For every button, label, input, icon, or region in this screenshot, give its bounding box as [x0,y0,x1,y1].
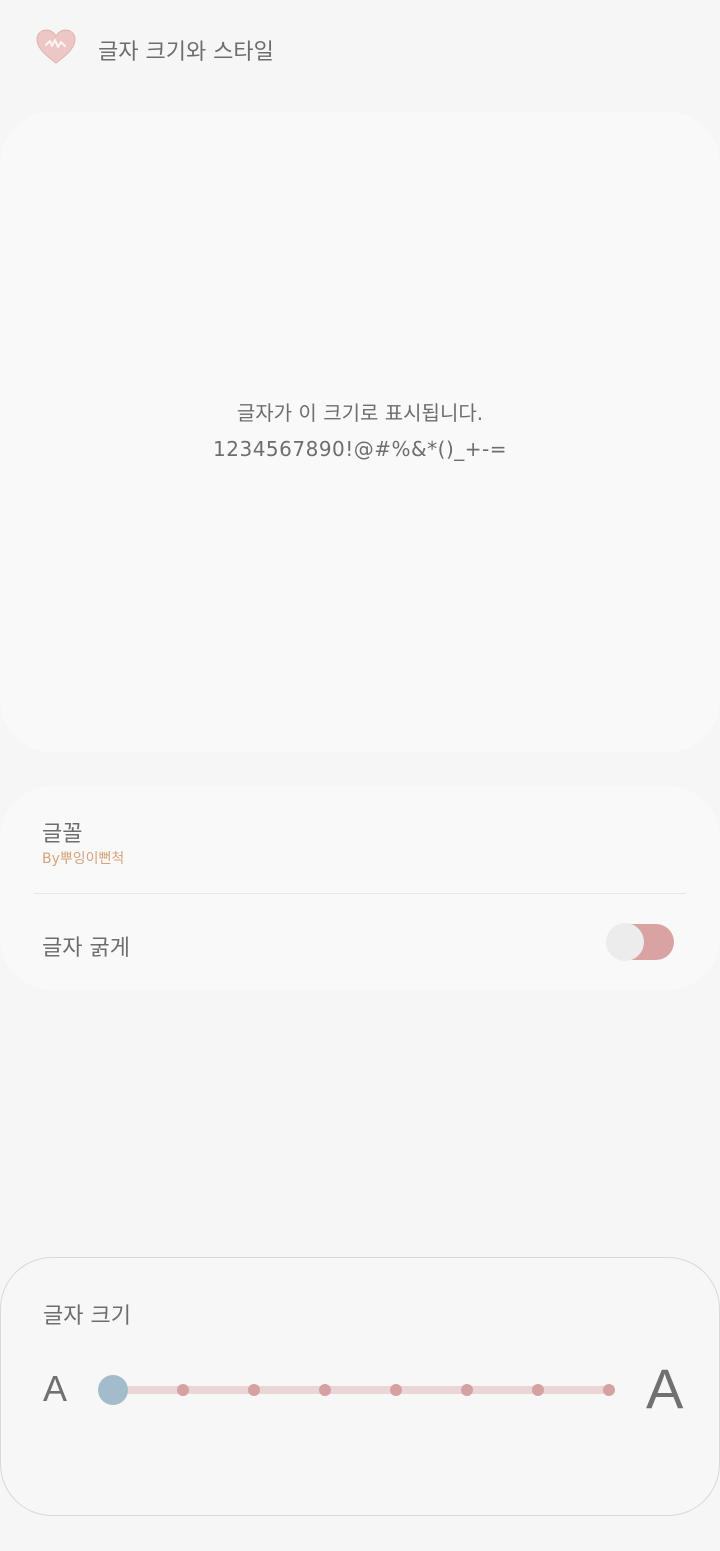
small-a-icon: A [43,1368,68,1409]
slider-step-dot[interactable] [248,1384,260,1396]
back-button[interactable] [30,26,82,72]
page-title: 글자 크기와 스타일 [98,40,274,65]
toggle-thumb [606,923,644,961]
heart-icon [36,29,76,69]
preview-sample-line: 글자가 이 크기로 표시됩니다. [236,401,484,425]
font-size-label: 글자 크기 [43,1304,131,1329]
font-size-slider[interactable] [96,1372,621,1408]
preview-text: 글자가 이 크기로 표시됩니다. 1234567890!@#%&*()_+-= [0,395,720,467]
large-a-icon: A [646,1357,684,1420]
font-setting-row[interactable]: 글꼴 By뿌잉이뻔척 [0,786,720,893]
bold-setting-row[interactable]: 글자 굵게 [0,894,720,990]
slider-step-dot[interactable] [532,1384,544,1396]
font-label: 글꼴 [42,822,83,847]
slider-step-dot[interactable] [177,1384,189,1396]
settings-card: 글꼴 By뿌잉이뻔척 글자 굵게 [0,786,720,990]
preview-symbols-line: 1234567890!@#%&*()_+-= [213,437,507,461]
bold-label: 글자 굵게 [42,936,130,961]
slider-step-dot[interactable] [390,1384,402,1396]
font-current-value: By뿌잉이뻔척 [42,851,125,867]
slider-step-dot[interactable] [603,1384,615,1396]
slider-step-dot[interactable] [319,1384,331,1396]
bold-toggle[interactable] [606,923,674,961]
slider-thumb[interactable] [98,1375,128,1405]
font-size-card: 글자 크기 A A [0,1257,720,1516]
header: 글자 크기와 스타일 [0,0,720,100]
slider-step-dot[interactable] [461,1384,473,1396]
